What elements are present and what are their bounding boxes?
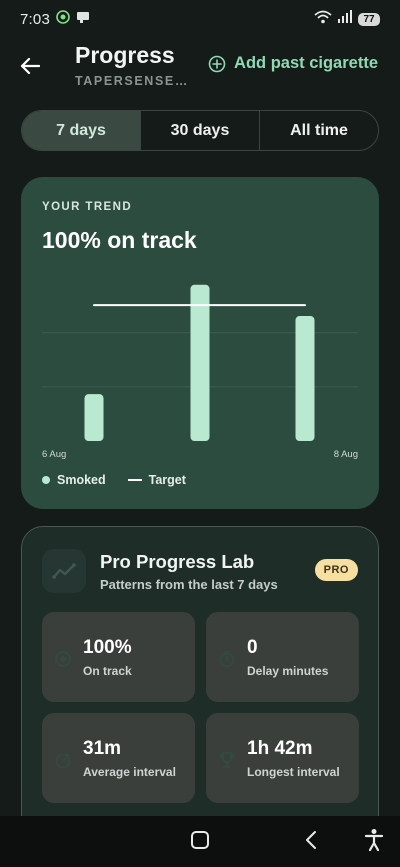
arrow-left-icon <box>20 57 40 75</box>
pro-subtitle: Patterns from the last 7 days <box>100 577 278 592</box>
stat-value: 31m <box>83 738 122 759</box>
back-nav-button[interactable] <box>304 830 318 855</box>
trend-card: YOUR TREND 100% on track 6 Aug 8 Aug Smo… <box>21 177 379 509</box>
target-icon <box>55 651 71 667</box>
stopwatch-icon <box>55 753 71 769</box>
app-notification-icon <box>56 10 70 28</box>
legend-target-line <box>127 479 142 481</box>
status-right: 77 <box>314 9 380 29</box>
home-square-icon <box>191 831 209 849</box>
bar-7-aug <box>190 284 210 441</box>
legend-target: Target <box>127 473 186 487</box>
stat-label: Longest interval <box>247 765 340 779</box>
accessibility-button[interactable] <box>364 828 384 857</box>
stat-label: Average interval <box>83 765 176 779</box>
legend-target-label: Target <box>148 473 186 487</box>
timer-icon <box>219 651 235 668</box>
legend-smoked-dot <box>42 476 50 484</box>
bar-6-aug <box>84 394 104 441</box>
stat-value: 100% <box>83 637 132 658</box>
back-button[interactable] <box>16 52 44 80</box>
tab-7-days[interactable]: 7 days <box>22 111 141 150</box>
legend-smoked-label: Smoked <box>57 473 106 487</box>
trend-line-icon <box>52 563 76 579</box>
home-button[interactable] <box>190 830 210 855</box>
add-past-cigarette-label: Add past cigarette <box>234 54 378 72</box>
page-subtitle: TAPERSENSE… <box>75 74 189 88</box>
tab-30-days[interactable]: 30 days <box>141 111 260 150</box>
title-wrap: Progress TAPERSENSE… <box>75 42 189 88</box>
notification-icon <box>76 10 90 28</box>
system-nav-bar <box>0 816 400 867</box>
chart-legend: Smoked Target <box>42 473 186 487</box>
stat-delay-minutes[interactable]: 0 Delay minutes <box>206 612 359 702</box>
pro-icon-box <box>42 549 86 593</box>
status-left: 7:03 <box>20 10 90 28</box>
pro-badge: PRO <box>314 559 358 581</box>
pro-title: Pro Progress Lab <box>100 551 255 572</box>
trend-chart <box>42 284 358 441</box>
status-bar: 7:03 77 <box>0 0 400 38</box>
stat-label: Delay minutes <box>247 664 329 678</box>
pro-progress-card: Pro Progress Lab Patterns from the last … <box>21 526 379 846</box>
stat-longest-interval[interactable]: 1h 42m Longest interval <box>206 713 359 803</box>
battery-icon: 77 <box>358 12 380 26</box>
trophy-icon <box>219 752 235 768</box>
x-label-start: 6 Aug <box>42 449 67 460</box>
legend-smoked: Smoked <box>42 473 106 487</box>
stat-average-interval[interactable]: 31m Average interval <box>42 713 195 803</box>
tab-all-time[interactable]: All time <box>260 111 378 150</box>
status-time: 7:03 <box>20 10 50 28</box>
wifi-icon <box>314 10 332 29</box>
stat-value: 1h 42m <box>247 738 313 759</box>
app-header: Progress TAPERSENSE… Add past cigarette <box>0 40 400 96</box>
add-past-cigarette-button[interactable]: Add past cigarette <box>208 54 378 73</box>
accessibility-icon <box>364 829 384 852</box>
bar-8-aug <box>295 316 315 441</box>
stat-on-track[interactable]: 100% On track <box>42 612 195 702</box>
signal-icon <box>337 9 353 29</box>
page-title: Progress <box>75 42 175 68</box>
stat-label: On track <box>83 664 132 678</box>
chevron-left-icon <box>306 831 316 849</box>
stat-value: 0 <box>247 637 258 658</box>
range-tabs: 7 days 30 days All time <box>21 110 379 151</box>
x-label-end: 8 Aug <box>333 449 358 460</box>
add-circle-icon <box>208 55 226 72</box>
